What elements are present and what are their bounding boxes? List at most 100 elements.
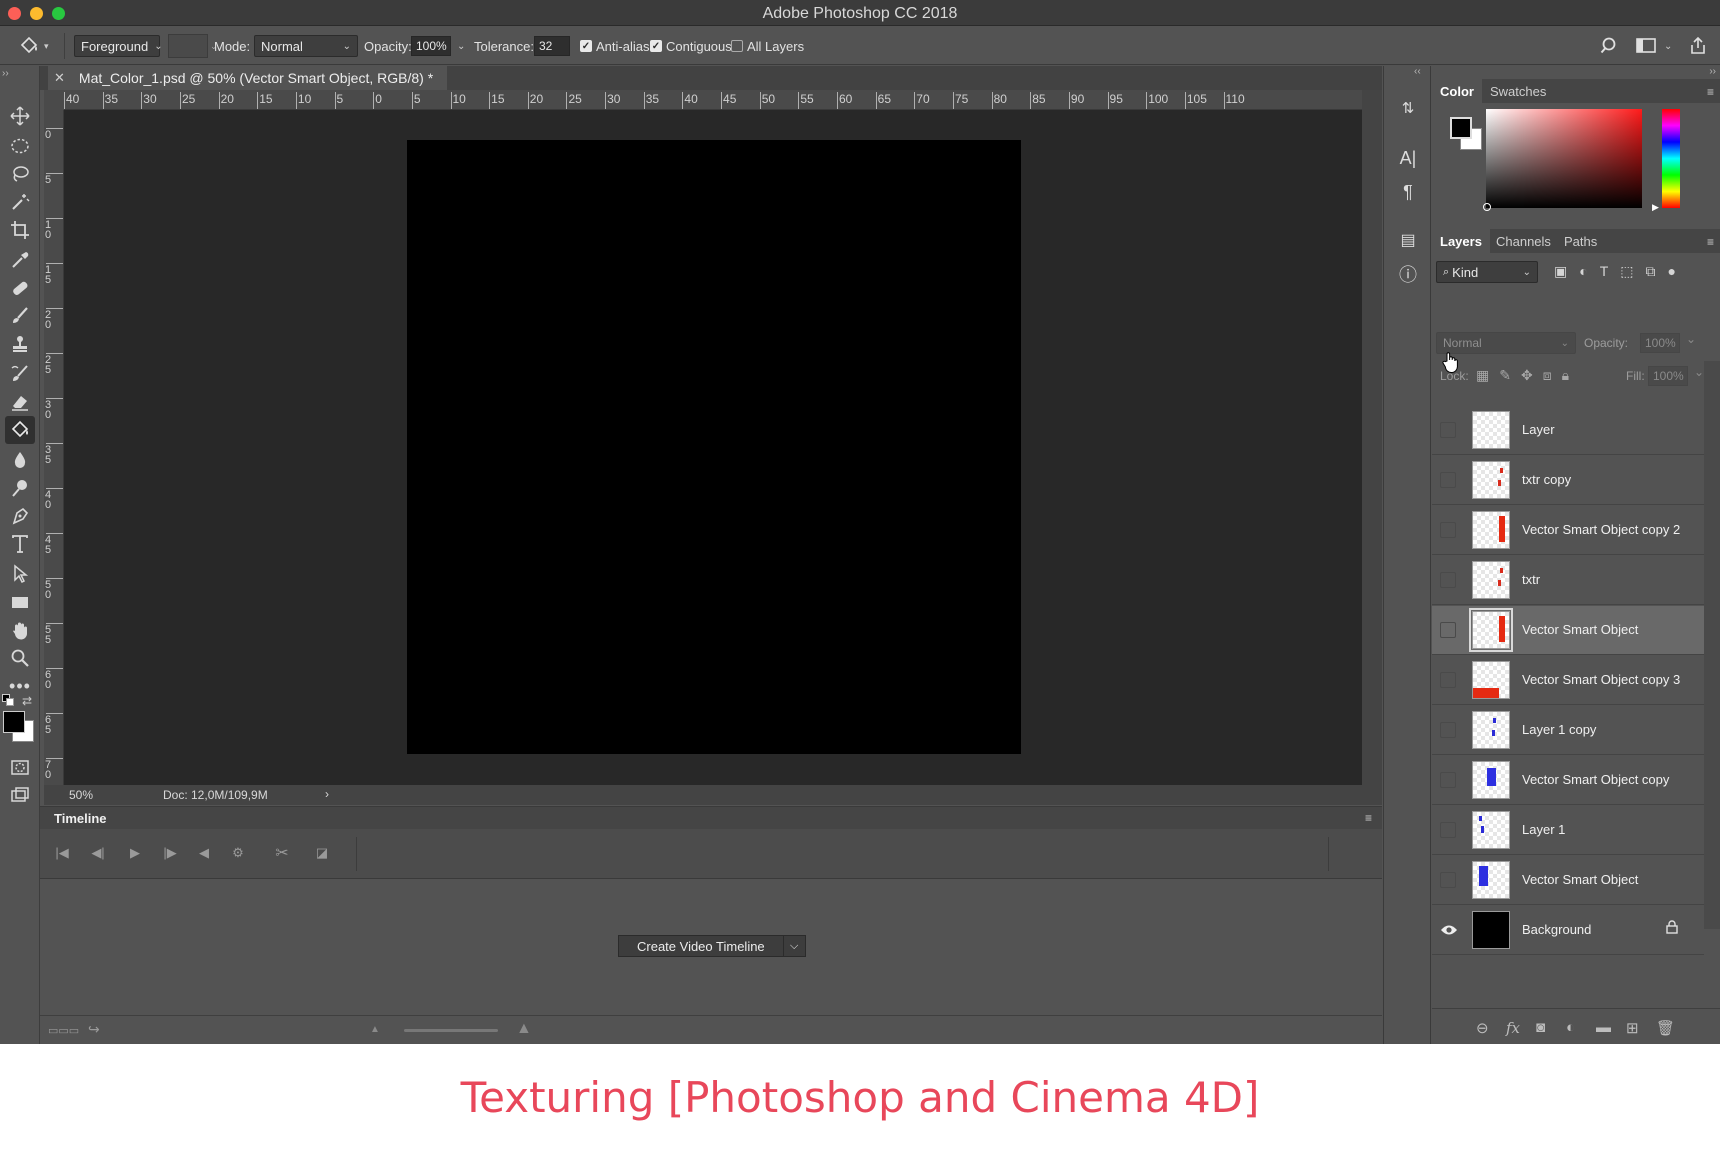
- path-selection-tool[interactable]: [5, 560, 35, 588]
- quick-mask-button[interactable]: [5, 754, 35, 782]
- workspace-button[interactable]: ⌄: [1636, 27, 1672, 65]
- layer-row[interactable]: txtr: [1432, 556, 1704, 605]
- split-scissors-icon[interactable]: ✂: [272, 843, 292, 863]
- brush-tool[interactable]: [5, 302, 35, 330]
- eraser-tool[interactable]: [5, 388, 35, 416]
- layer-thumbnail[interactable]: [1472, 761, 1510, 799]
- zoom-level[interactable]: 50%: [69, 788, 93, 802]
- foreground-color-swatch[interactable]: [3, 711, 25, 733]
- blur-tool[interactable]: [5, 446, 35, 474]
- layer-row[interactable]: Vector Smart Object copy 3: [1432, 656, 1704, 705]
- audio-icon[interactable]: ◀: [194, 843, 214, 863]
- adjustment-layer-icon[interactable]: ◐: [1566, 1019, 1575, 1036]
- new-layer-icon[interactable]: ⊞: [1626, 1019, 1639, 1037]
- swap-colors-icon[interactable]: ⇄: [22, 694, 32, 708]
- layer-name[interactable]: Vector Smart Object copy: [1522, 772, 1669, 787]
- layer-row[interactable]: Vector Smart Object: [1432, 606, 1704, 655]
- tab-channels[interactable]: Channels: [1488, 229, 1559, 253]
- type-tool[interactable]: [5, 530, 35, 558]
- collapse-tools-icon[interactable]: ››: [2, 68, 9, 79]
- contiguous-checkbox[interactable]: ✓: [650, 40, 662, 52]
- layer-name[interactable]: Vector Smart Object copy 3: [1522, 672, 1680, 687]
- layer-thumbnail[interactable]: [1472, 861, 1510, 899]
- visibility-toggle[interactable]: [1440, 822, 1456, 838]
- layer-row[interactable]: Background: [1432, 906, 1704, 955]
- color-panel-foreground-swatch[interactable]: [1450, 117, 1472, 139]
- layer-style-fx-icon[interactable]: fx: [1506, 1019, 1520, 1037]
- filter-shape-icon[interactable]: ⬚: [1620, 263, 1633, 280]
- layer-name[interactable]: Vector Smart Object: [1522, 622, 1638, 637]
- crop-tool[interactable]: [5, 216, 35, 244]
- layer-name[interactable]: Vector Smart Object: [1522, 872, 1638, 887]
- move-tool[interactable]: [5, 102, 35, 130]
- create-video-timeline-button[interactable]: Create Video Timeline: [618, 935, 784, 957]
- visibility-toggle[interactable]: [1440, 722, 1456, 738]
- horizontal-ruler[interactable]: 40 35 30 25 20 15 10 5 0 5 10 15 20 25 30 35 40 45 50 55 60 6…: [64, 90, 1362, 110]
- layers-scrollbar[interactable]: [1704, 361, 1720, 929]
- timeline-zoom-slider[interactable]: [404, 1029, 498, 1032]
- layer-row[interactable]: Vector Smart Object copy 2: [1432, 506, 1704, 555]
- timeline-type-dropdown-icon[interactable]: ⌵: [783, 935, 806, 957]
- layer-opacity-input[interactable]: 100%: [1640, 333, 1680, 353]
- layer-name[interactable]: txtr: [1522, 572, 1540, 587]
- document-canvas[interactable]: [407, 140, 1021, 754]
- tolerance-input[interactable]: 32: [534, 36, 570, 56]
- hand-tool[interactable]: [5, 616, 35, 644]
- contiguous-toggle[interactable]: ✓ Contiguous: [650, 27, 732, 65]
- color-swatches[interactable]: [2, 710, 38, 746]
- visibility-toggle[interactable]: [1440, 772, 1456, 788]
- layer-row[interactable]: Vector Smart Object copy: [1432, 756, 1704, 805]
- next-frame-icon[interactable]: |▶: [160, 843, 180, 863]
- pattern-picker[interactable]: [168, 34, 208, 58]
- settings-gear-icon[interactable]: ⚙: [228, 843, 248, 863]
- tool-preset-picker[interactable]: ▾: [18, 27, 49, 65]
- filter-pixel-icon[interactable]: ▣: [1554, 263, 1567, 280]
- hue-slider[interactable]: [1662, 109, 1680, 208]
- play-icon[interactable]: ▶: [125, 843, 145, 863]
- clone-stamp-tool[interactable]: [5, 330, 35, 358]
- visibility-toggle[interactable]: [1440, 422, 1456, 438]
- status-menu-chevron-icon[interactable]: ›: [325, 787, 329, 801]
- healing-brush-tool[interactable]: [5, 274, 35, 302]
- marquee-tool[interactable]: [5, 132, 35, 160]
- zoom-tool[interactable]: [5, 644, 35, 672]
- layers-panel-menu-icon[interactable]: ≡: [1707, 235, 1714, 249]
- all-layers-toggle[interactable]: All Layers: [731, 27, 804, 65]
- screen-mode-button[interactable]: [5, 782, 35, 810]
- layer-row[interactable]: Layer 1 copy: [1432, 706, 1704, 755]
- visibility-toggle[interactable]: [1440, 872, 1456, 888]
- lock-icon[interactable]: [1666, 920, 1678, 937]
- layer-name[interactable]: Vector Smart Object copy 2: [1522, 522, 1680, 537]
- vertical-ruler[interactable]: 0 5 10 15 20 25 30 35 40 45 50 55 60 65 70: [44, 110, 64, 785]
- pen-tool[interactable]: [5, 502, 35, 530]
- new-group-folder-icon[interactable]: ▬: [1596, 1019, 1611, 1036]
- lasso-tool[interactable]: [5, 160, 35, 188]
- history-brush-tool[interactable]: [5, 360, 35, 388]
- filter-adjustment-icon[interactable]: ◐: [1579, 263, 1587, 280]
- rectangle-tool[interactable]: [5, 588, 35, 616]
- previous-frame-icon[interactable]: ◀|: [88, 843, 108, 863]
- info-panel-icon[interactable]: ⓘ: [1396, 262, 1420, 286]
- tab-color[interactable]: Color: [1432, 79, 1482, 103]
- dodge-tool[interactable]: [5, 474, 35, 502]
- fill-source-select[interactable]: Foreground ⌄: [74, 35, 163, 57]
- magic-wand-tool[interactable]: [5, 188, 35, 216]
- tab-swatches[interactable]: Swatches: [1482, 79, 1554, 103]
- history-panel-icon[interactable]: ⇅: [1396, 96, 1420, 120]
- link-layers-icon[interactable]: ⊖: [1476, 1019, 1489, 1037]
- ruler-origin[interactable]: [44, 90, 64, 110]
- layer-row[interactable]: Vector Smart Object: [1432, 856, 1704, 905]
- character-panel-icon[interactable]: A|: [1396, 146, 1420, 170]
- visibility-toggle[interactable]: [1440, 572, 1456, 588]
- collapse-panels-icon[interactable]: ››: [1709, 66, 1716, 77]
- layer-name[interactable]: Layer 1 copy: [1522, 722, 1596, 737]
- visibility-toggle[interactable]: [1440, 522, 1456, 538]
- layer-thumbnail[interactable]: [1472, 511, 1510, 549]
- canvas-vertical-scrollbar[interactable]: [1362, 90, 1382, 785]
- render-video-icon[interactable]: ↪: [88, 1021, 100, 1038]
- canvas-area[interactable]: [64, 110, 1362, 785]
- zoom-out-timeline-icon[interactable]: ▲: [370, 1024, 380, 1035]
- layer-name[interactable]: txtr copy: [1522, 472, 1571, 487]
- paint-bucket-tool[interactable]: [5, 416, 35, 444]
- color-field[interactable]: [1483, 109, 1642, 211]
